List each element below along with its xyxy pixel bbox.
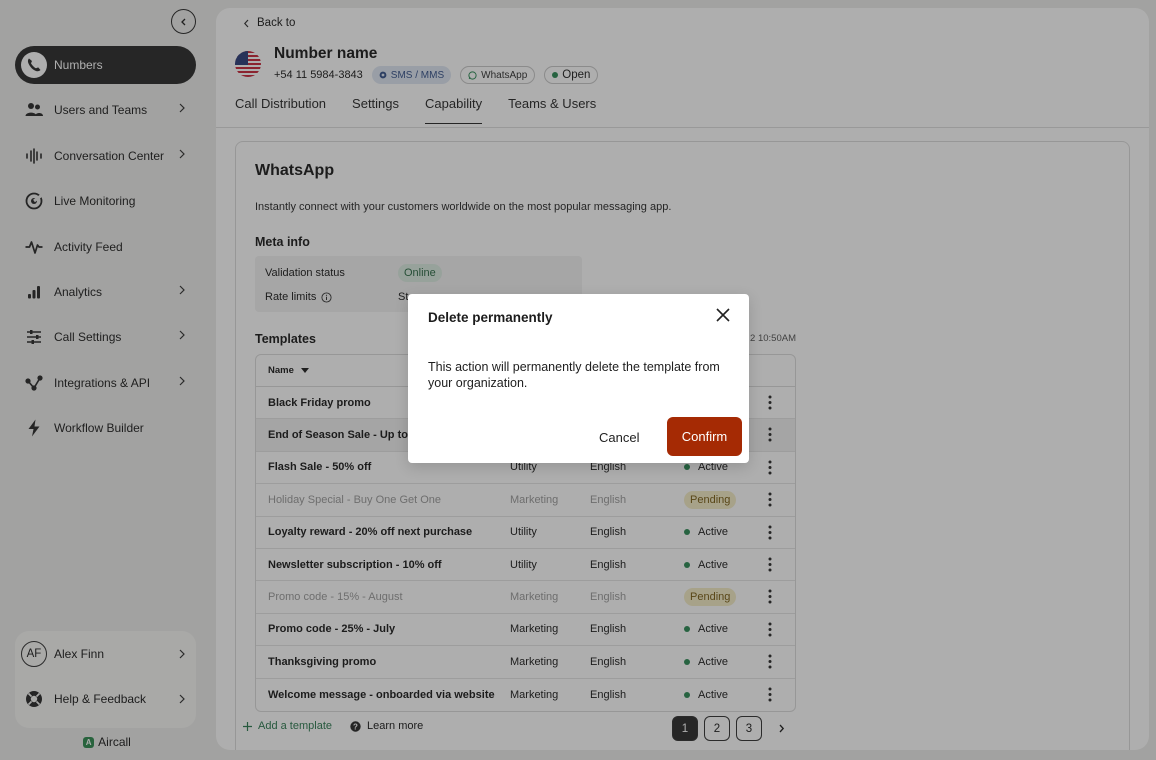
dialog-message: This action will permanently delete the … <box>428 360 720 390</box>
close-icon[interactable] <box>716 308 730 327</box>
cancel-button[interactable]: Cancel <box>586 418 652 456</box>
dialog-title: Delete permanently <box>428 310 553 325</box>
delete-dialog: Delete permanently This action will perm… <box>408 294 749 463</box>
confirm-button[interactable]: Confirm <box>667 417 742 456</box>
